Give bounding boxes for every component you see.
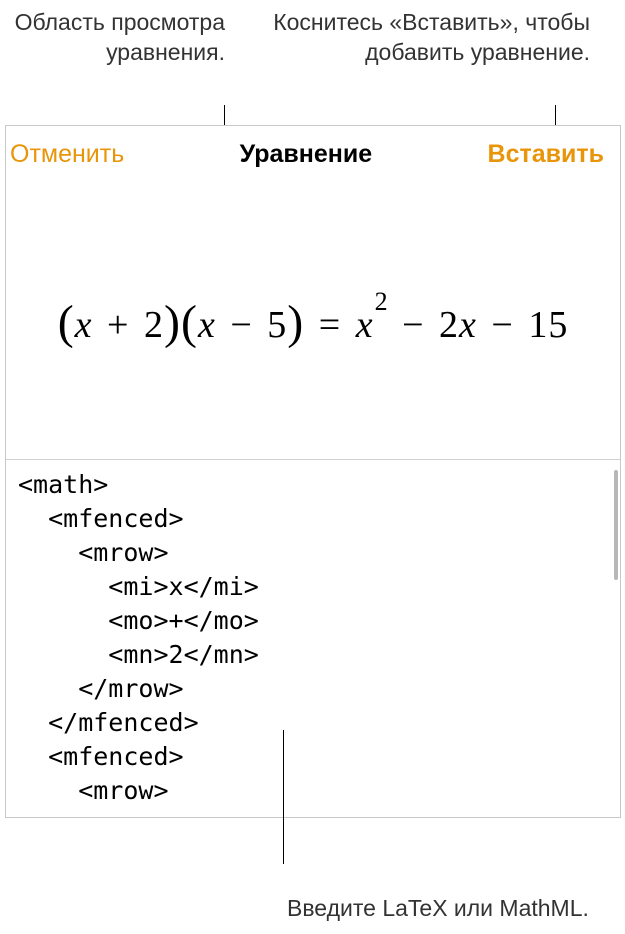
- op-minus: −: [477, 304, 528, 346]
- code-line: </mrow>: [18, 674, 184, 703]
- equation-dialog: Отменить Уравнение Вставить (x + 2)(x − …: [5, 125, 621, 818]
- dialog-header: Отменить Уравнение Вставить: [6, 126, 620, 183]
- paren-close: ): [287, 296, 304, 349]
- var-x: x: [459, 304, 477, 346]
- num: 5: [267, 304, 287, 346]
- callout-preview: Область просмотра уравнения.: [0, 8, 225, 68]
- callout-line: [555, 105, 556, 125]
- paren-close: ): [164, 296, 181, 349]
- code-line: </mfenced>: [18, 708, 199, 737]
- paren-open: (: [58, 296, 75, 349]
- code-editor[interactable]: <math> <mfenced> <mrow> <mi>x</mi> <mo>+…: [6, 459, 620, 817]
- callout-insert-text: Коснитесь «Вставить», чтобы добавить ура…: [273, 9, 590, 65]
- equation-rendered: (x + 2)(x − 5) = x2 − 2x − 15: [58, 294, 569, 349]
- code-line: <mfenced>: [18, 742, 184, 771]
- num: 2: [439, 304, 459, 346]
- op-minus: −: [388, 304, 439, 346]
- callout-input-text: Введите LaTeX или MathML.: [287, 895, 589, 921]
- num: 15: [528, 304, 568, 346]
- paren-open: (: [181, 296, 198, 349]
- op-plus: +: [93, 304, 144, 346]
- code-line: <mo>+</mo>: [18, 606, 259, 635]
- op-equals: =: [304, 304, 355, 346]
- op-minus: −: [216, 304, 267, 346]
- code-line: <mrow>: [18, 776, 169, 805]
- scrollbar[interactable]: [614, 470, 618, 580]
- callout-insert: Коснитесь «Вставить», чтобы добавить ура…: [240, 8, 590, 68]
- code-line: <math>: [18, 470, 108, 499]
- code-line: <mrow>: [18, 538, 169, 567]
- code-line: <mn>2</mn>: [18, 640, 259, 669]
- callout-input: Введите LaTeX или MathML.: [287, 894, 597, 924]
- dialog-title: Уравнение: [240, 140, 373, 169]
- callout-line: [283, 730, 284, 864]
- code-line: <mi>x</mi>: [18, 572, 259, 601]
- num: 2: [144, 304, 164, 346]
- var-x: x: [356, 304, 374, 346]
- superscript: 2: [375, 287, 389, 316]
- code-line: <mfenced>: [18, 504, 184, 533]
- cancel-button[interactable]: Отменить: [10, 140, 124, 169]
- insert-button[interactable]: Вставить: [488, 140, 604, 169]
- callout-preview-text: Область просмотра уравнения.: [15, 9, 225, 65]
- var-x: x: [75, 304, 93, 346]
- equation-preview: (x + 2)(x − 5) = x2 − 2x − 15: [6, 183, 620, 459]
- var-x: x: [198, 304, 216, 346]
